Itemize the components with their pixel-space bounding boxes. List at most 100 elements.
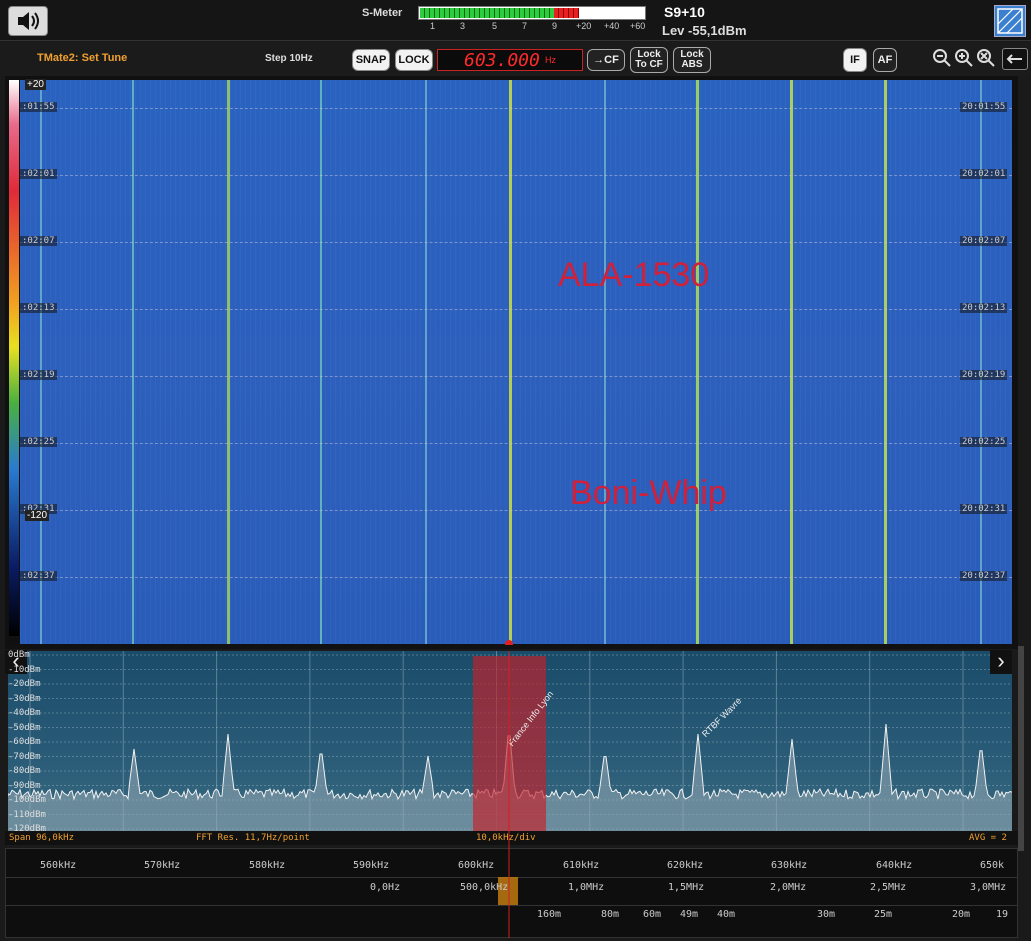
zoom-out-icon[interactable] [932,48,952,68]
color-scale[interactable] [9,80,19,636]
annotation-antenna-1: ALA-1530 [558,256,710,294]
smeter-tick: +40 [604,21,620,31]
frequency-unit: Hz [545,55,556,65]
khz-scale-label: 590kHz [353,860,390,871]
waterfall-carrier [425,80,427,644]
waterfall[interactable]: :01:55 20:01:55:02:01 20:02:01:02:07 20:02:… [20,80,1012,644]
time-label-right: 20:02:25 [960,437,1008,447]
khz-scale-label: 650k [980,860,1005,871]
smeter-label: S-Meter [362,7,403,19]
waterfall-carrier [980,80,982,644]
smeter-ticks: 1 3 5 7 9 +20 +40 +60 [418,21,658,33]
time-label-left: :02:25 [20,437,57,447]
if-button[interactable]: IF [843,48,867,72]
db-label: -20dBm [8,679,41,689]
meter-band-label: 40m [717,909,736,920]
fft-res-label: FFT Res. 11,7Hz/point [196,833,310,843]
scrollbar[interactable] [1018,646,1024,851]
db-label: -90dBm [8,780,41,791]
meter-band-label: 49m [680,909,699,920]
meter-band-label: 80m [601,909,620,920]
smeter-tick: +60 [630,21,646,31]
khz-scale-label: 600kHz [458,860,495,871]
scale-top-label: +20 [25,79,46,90]
time-gridline [20,309,1012,310]
time-gridline [20,108,1012,109]
scroll-right-icon[interactable]: › [990,650,1012,674]
step-label[interactable]: Step 10Hz [265,53,313,64]
back-arrow-icon[interactable] [1002,48,1028,70]
smeter-overload [554,8,579,18]
time-label-right: 20:02:37 [960,571,1008,581]
smeter-tick: 1 [430,21,436,31]
khz-scale-label: 560kHz [40,860,77,871]
time-label-right: 20:01:55 [960,102,1008,112]
zoom-in-icon[interactable] [954,48,974,68]
khz-scale-label: 610kHz [563,860,600,871]
khz-scale-label: 620kHz [667,860,704,871]
mhz-scale-label: 0,0Hz [370,882,401,893]
scale-bottom-label: -120 [25,510,50,521]
time-label-left: :02:13 [20,303,57,313]
smeter-tick: 5 [492,21,498,31]
time-gridline [20,577,1012,578]
div-label: 10,0kHz/div [476,833,536,843]
mhz-scale-label: 2,0MHz [770,882,807,893]
khz-scale-label: 570kHz [144,860,181,871]
waterfall-carrier [509,80,512,644]
time-label-left: :02:07 [20,236,57,246]
waterfall-carrier [604,80,606,644]
lock-button[interactable]: LOCK [395,49,433,71]
time-gridline [20,175,1012,176]
db-label: -30dBm [8,693,41,704]
time-label-left: :01:55 [20,102,57,112]
to-cf-button[interactable]: →CF [587,49,625,71]
time-label-right: 20:02:01 [960,169,1008,179]
khz-scale-label: 580kHz [249,860,286,871]
annotation-antenna-2: Boni-Whip [570,474,727,512]
level-reading: Lev -55,1dBm [662,23,747,38]
waterfall-carrier [696,80,699,644]
avg-label: AVG = 2 [969,833,1007,843]
span-label: Span 96,0kHz [9,833,75,843]
waterfall-carrier [40,80,42,644]
db-label: -50dBm [8,722,41,733]
mhz-scale-label: 1,5MHz [668,882,705,893]
smeter-bar [418,6,646,20]
db-label: 0dBm [8,650,30,660]
khz-scale-label: 640kHz [876,860,913,871]
db-label: -10dBm [8,664,41,675]
time-label-right: 20:02:13 [960,303,1008,313]
zoom-reset-icon[interactable] [976,48,996,68]
speaker-icon[interactable] [8,6,48,36]
db-label: -70dBm [8,751,41,762]
af-button[interactable]: AF [873,48,897,72]
khz-scale-label: 630kHz [771,860,808,871]
time-label-right: 20:02:07 [960,236,1008,246]
smeter-level [420,8,554,18]
meter-band-label: 60m [643,909,662,920]
db-label: -110dBm [8,809,46,820]
lock-abs-button[interactable]: Lock ABS [673,47,711,73]
db-label: -60dBm [8,737,41,747]
time-gridline [20,242,1012,243]
lock-to-cf-button[interactable]: Lock To CF [630,47,668,73]
mhz-scale-label: 2,5MHz [870,882,907,893]
time-gridline [20,376,1012,377]
waterfall-carrier [884,80,887,644]
spectrum-separator[interactable] [5,645,1018,649]
waterfall-carrier [320,80,322,644]
snap-button[interactable]: SNAP [352,49,390,71]
smeter-tick: +20 [576,21,592,31]
grid-icon[interactable] [994,5,1026,37]
time-label-right: 20:02:31 [960,504,1008,514]
waterfall-carrier [227,80,230,644]
tmate-label: TMate2: Set Tune [37,52,128,64]
frequency-value: 603.000 [464,50,540,71]
mhz-scale-label: 3,0MHz [970,882,1007,893]
time-gridline [20,510,1012,511]
waterfall-carrier [790,80,793,644]
smeter-tick: 3 [460,21,466,31]
s-reading: S9+10 [664,4,705,20]
meter-band-label: 25m [874,909,893,920]
